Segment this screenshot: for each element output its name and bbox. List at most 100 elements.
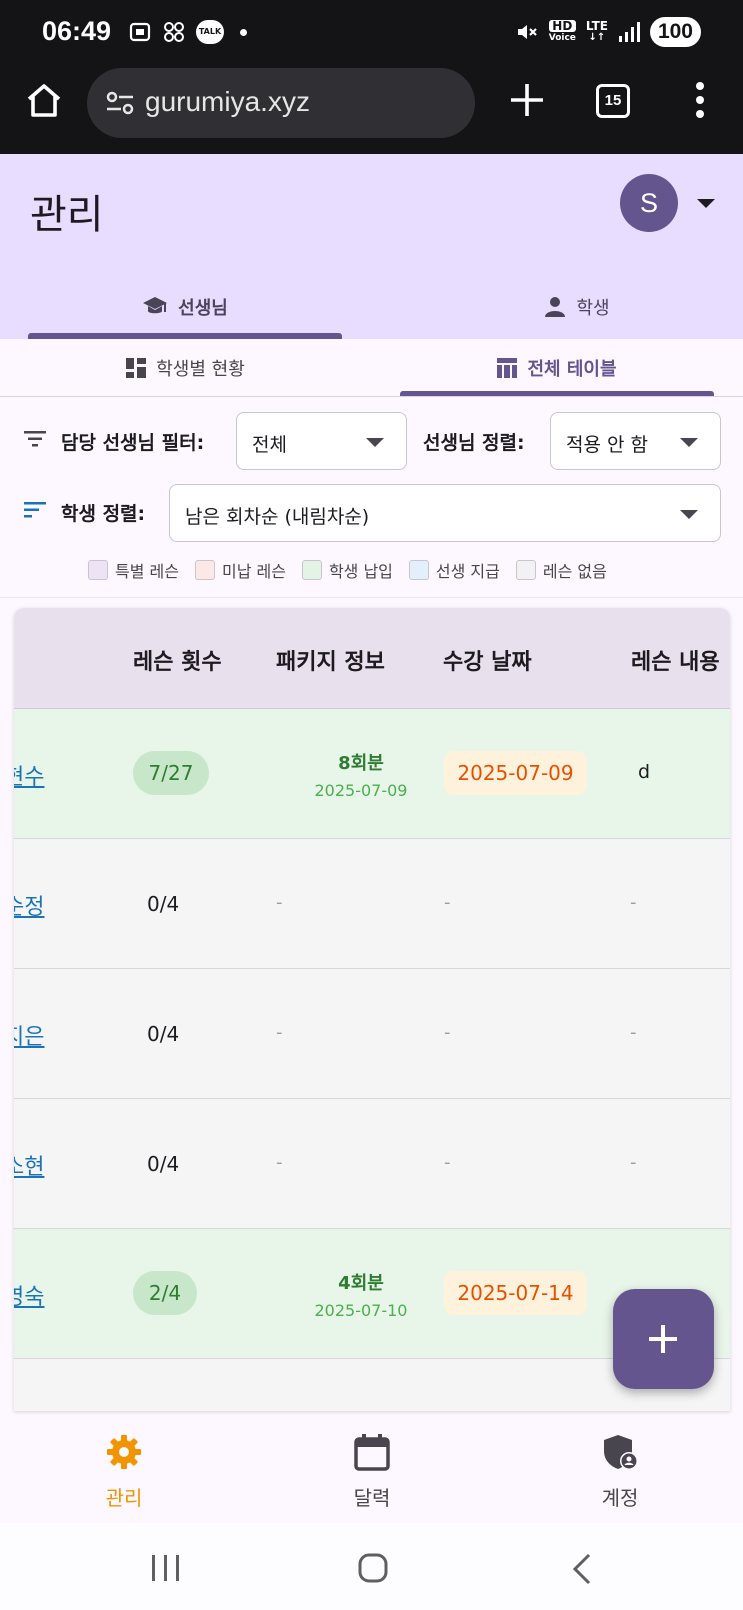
dashboard-icon	[126, 358, 147, 378]
battery-indicator: 100	[649, 17, 701, 47]
student-name-link[interactable]: 순정	[14, 889, 44, 921]
lesson-count: 0/4	[147, 1152, 180, 1176]
status-system-icons: HD Voice LTE ↓↑ 100	[515, 17, 701, 47]
student-sort-value: 남은 회차순 (내림차순)	[185, 506, 370, 528]
lesson-date-badge: 2025-07-14	[444, 1271, 587, 1315]
hd-voice-icon: HD Voice	[548, 19, 576, 43]
teacher-sort-select[interactable]: 적용 안 함	[550, 412, 721, 470]
nav-label-manage: 관리	[105, 1486, 143, 1510]
legend-item: 레슨 없음	[515, 558, 607, 582]
nav-item-account[interactable]: 계정	[496, 1416, 743, 1523]
teacher-filter-label: 담당 선생님 필터:	[61, 432, 205, 454]
dropdown-caret-icon	[366, 438, 384, 447]
lesson-table[interactable]: 레슨 횟수 패키지 정보 수강 날짜 레슨 내용 현수 7/27 8회분 202…	[14, 608, 730, 1411]
dropdown-caret-icon	[680, 510, 698, 519]
recent-apps-icon[interactable]	[150, 1553, 182, 1583]
legend-swatch	[301, 560, 322, 580]
lesson-date: -	[444, 1022, 451, 1043]
lesson-content: -	[630, 892, 637, 913]
tab-switcher-button[interactable]: 15	[596, 84, 630, 118]
url-text: gurumiya.xyz	[145, 86, 310, 117]
bottom-navigation: 관리 달력 계정	[0, 1416, 743, 1523]
legend-label: 레슨 없음	[542, 562, 607, 581]
header-package-info: 패키지 정보	[276, 650, 385, 675]
student-name-link[interactable]: 영숙	[14, 1279, 44, 1311]
home-icon[interactable]	[24, 80, 64, 120]
status-bar: 06:49 TALK HD Voice LTE ↓↑ 100	[0, 0, 743, 68]
sort-icon	[24, 502, 46, 518]
filter-icon	[24, 431, 46, 447]
school-icon	[143, 296, 168, 313]
header-lesson-count: 레슨 횟수	[133, 650, 222, 675]
package-date: 2025-07-09	[314, 781, 408, 800]
nav-item-calendar[interactable]: 달력	[248, 1416, 496, 1523]
lesson-date: -	[444, 892, 451, 913]
lesson-date: -	[444, 1152, 451, 1173]
student-sort-label: 학생 정렬:	[61, 503, 146, 525]
student-sort-select[interactable]: 남은 회차순 (내림차순)	[169, 484, 721, 542]
gear-icon	[107, 1435, 141, 1469]
system-navigation-bar	[0, 1523, 743, 1610]
url-bar[interactable]: gurumiya.xyz	[87, 68, 475, 138]
tab-student-status[interactable]: 학생별 현황	[0, 339, 371, 397]
lte-icon: LTE ↓↑	[585, 19, 608, 43]
site-settings-icon[interactable]	[105, 88, 135, 118]
teacher-filter-value: 전체	[252, 434, 287, 456]
legend-label: 선생 지급	[435, 562, 500, 581]
active-subtab-indicator	[400, 391, 714, 396]
student-name-link[interactable]: 소현	[14, 1149, 44, 1181]
legend-item: 미납 레슨	[194, 558, 286, 582]
app-header: 관리 S 선생님 학생	[0, 154, 743, 339]
legend-swatch	[408, 560, 429, 580]
kakaotalk-icon: TALK	[196, 20, 224, 44]
screenshot-icon	[129, 22, 151, 42]
table-row: 지은 0/4 - - -	[14, 969, 730, 1099]
signal-icon	[618, 22, 640, 42]
table-icon	[497, 358, 518, 378]
mute-icon	[517, 25, 537, 39]
lesson-date-badge: 2025-07-09	[444, 751, 587, 795]
avatar[interactable]: S	[620, 174, 678, 232]
lesson-content: -	[630, 1152, 637, 1173]
student-name-link[interactable]: 현수	[14, 759, 44, 791]
tab-full-table-label: 전체 테이블	[527, 359, 617, 380]
package-info: -	[276, 892, 283, 913]
lesson-count-badge: 2/4	[133, 1271, 197, 1315]
tab-student[interactable]: 학생	[420, 274, 734, 339]
add-lesson-button[interactable]	[613, 1289, 714, 1389]
header-lesson-content: 레슨 내용	[631, 650, 720, 675]
dot-icon	[240, 28, 247, 36]
package-info: -	[276, 1022, 283, 1043]
chevron-down-icon[interactable]	[697, 199, 715, 208]
tab-teacher[interactable]: 선생님	[28, 274, 342, 339]
page-title: 관리	[30, 192, 104, 238]
table-header: 레슨 횟수 패키지 정보 수강 날짜 레슨 내용	[14, 608, 730, 709]
tab-full-table[interactable]: 전체 테이블	[400, 339, 714, 397]
student-name-link[interactable]: 지은	[14, 1019, 44, 1051]
back-icon[interactable]	[570, 1552, 594, 1586]
package-name: 8회분	[338, 753, 384, 774]
shield-account-icon	[604, 1435, 638, 1470]
person-icon	[545, 296, 566, 317]
new-tab-icon[interactable]	[505, 78, 549, 122]
legend-swatch	[194, 560, 215, 580]
lesson-content: -	[630, 1022, 637, 1043]
legend-label: 학생 납입	[328, 562, 393, 581]
package-date: 2025-07-10	[314, 1301, 408, 1320]
legend-label: 미납 레슨	[221, 562, 286, 581]
sub-tab-bar: 학생별 현황 전체 테이블	[0, 339, 743, 397]
nav-item-manage[interactable]: 관리	[0, 1416, 248, 1523]
tab-student-status-label: 학생별 현황	[156, 359, 245, 380]
home-nav-icon[interactable]	[357, 1552, 389, 1584]
package-info: -	[276, 1152, 283, 1173]
browser-toolbar: gurumiya.xyz 15	[0, 68, 743, 154]
lesson-count: 0/4	[147, 1022, 180, 1046]
header-lesson-date: 수강 날짜	[443, 650, 532, 675]
lesson-count-badge: 7/27	[133, 751, 209, 795]
tab-teacher-label: 선생님	[178, 297, 228, 319]
teacher-sort-value: 적용 안 함	[566, 434, 648, 456]
lesson-count: 0/4	[147, 892, 180, 916]
teacher-filter-select[interactable]: 전체	[236, 412, 407, 470]
more-menu-icon[interactable]	[690, 80, 710, 120]
plus-icon-stroke	[661, 1325, 665, 1353]
